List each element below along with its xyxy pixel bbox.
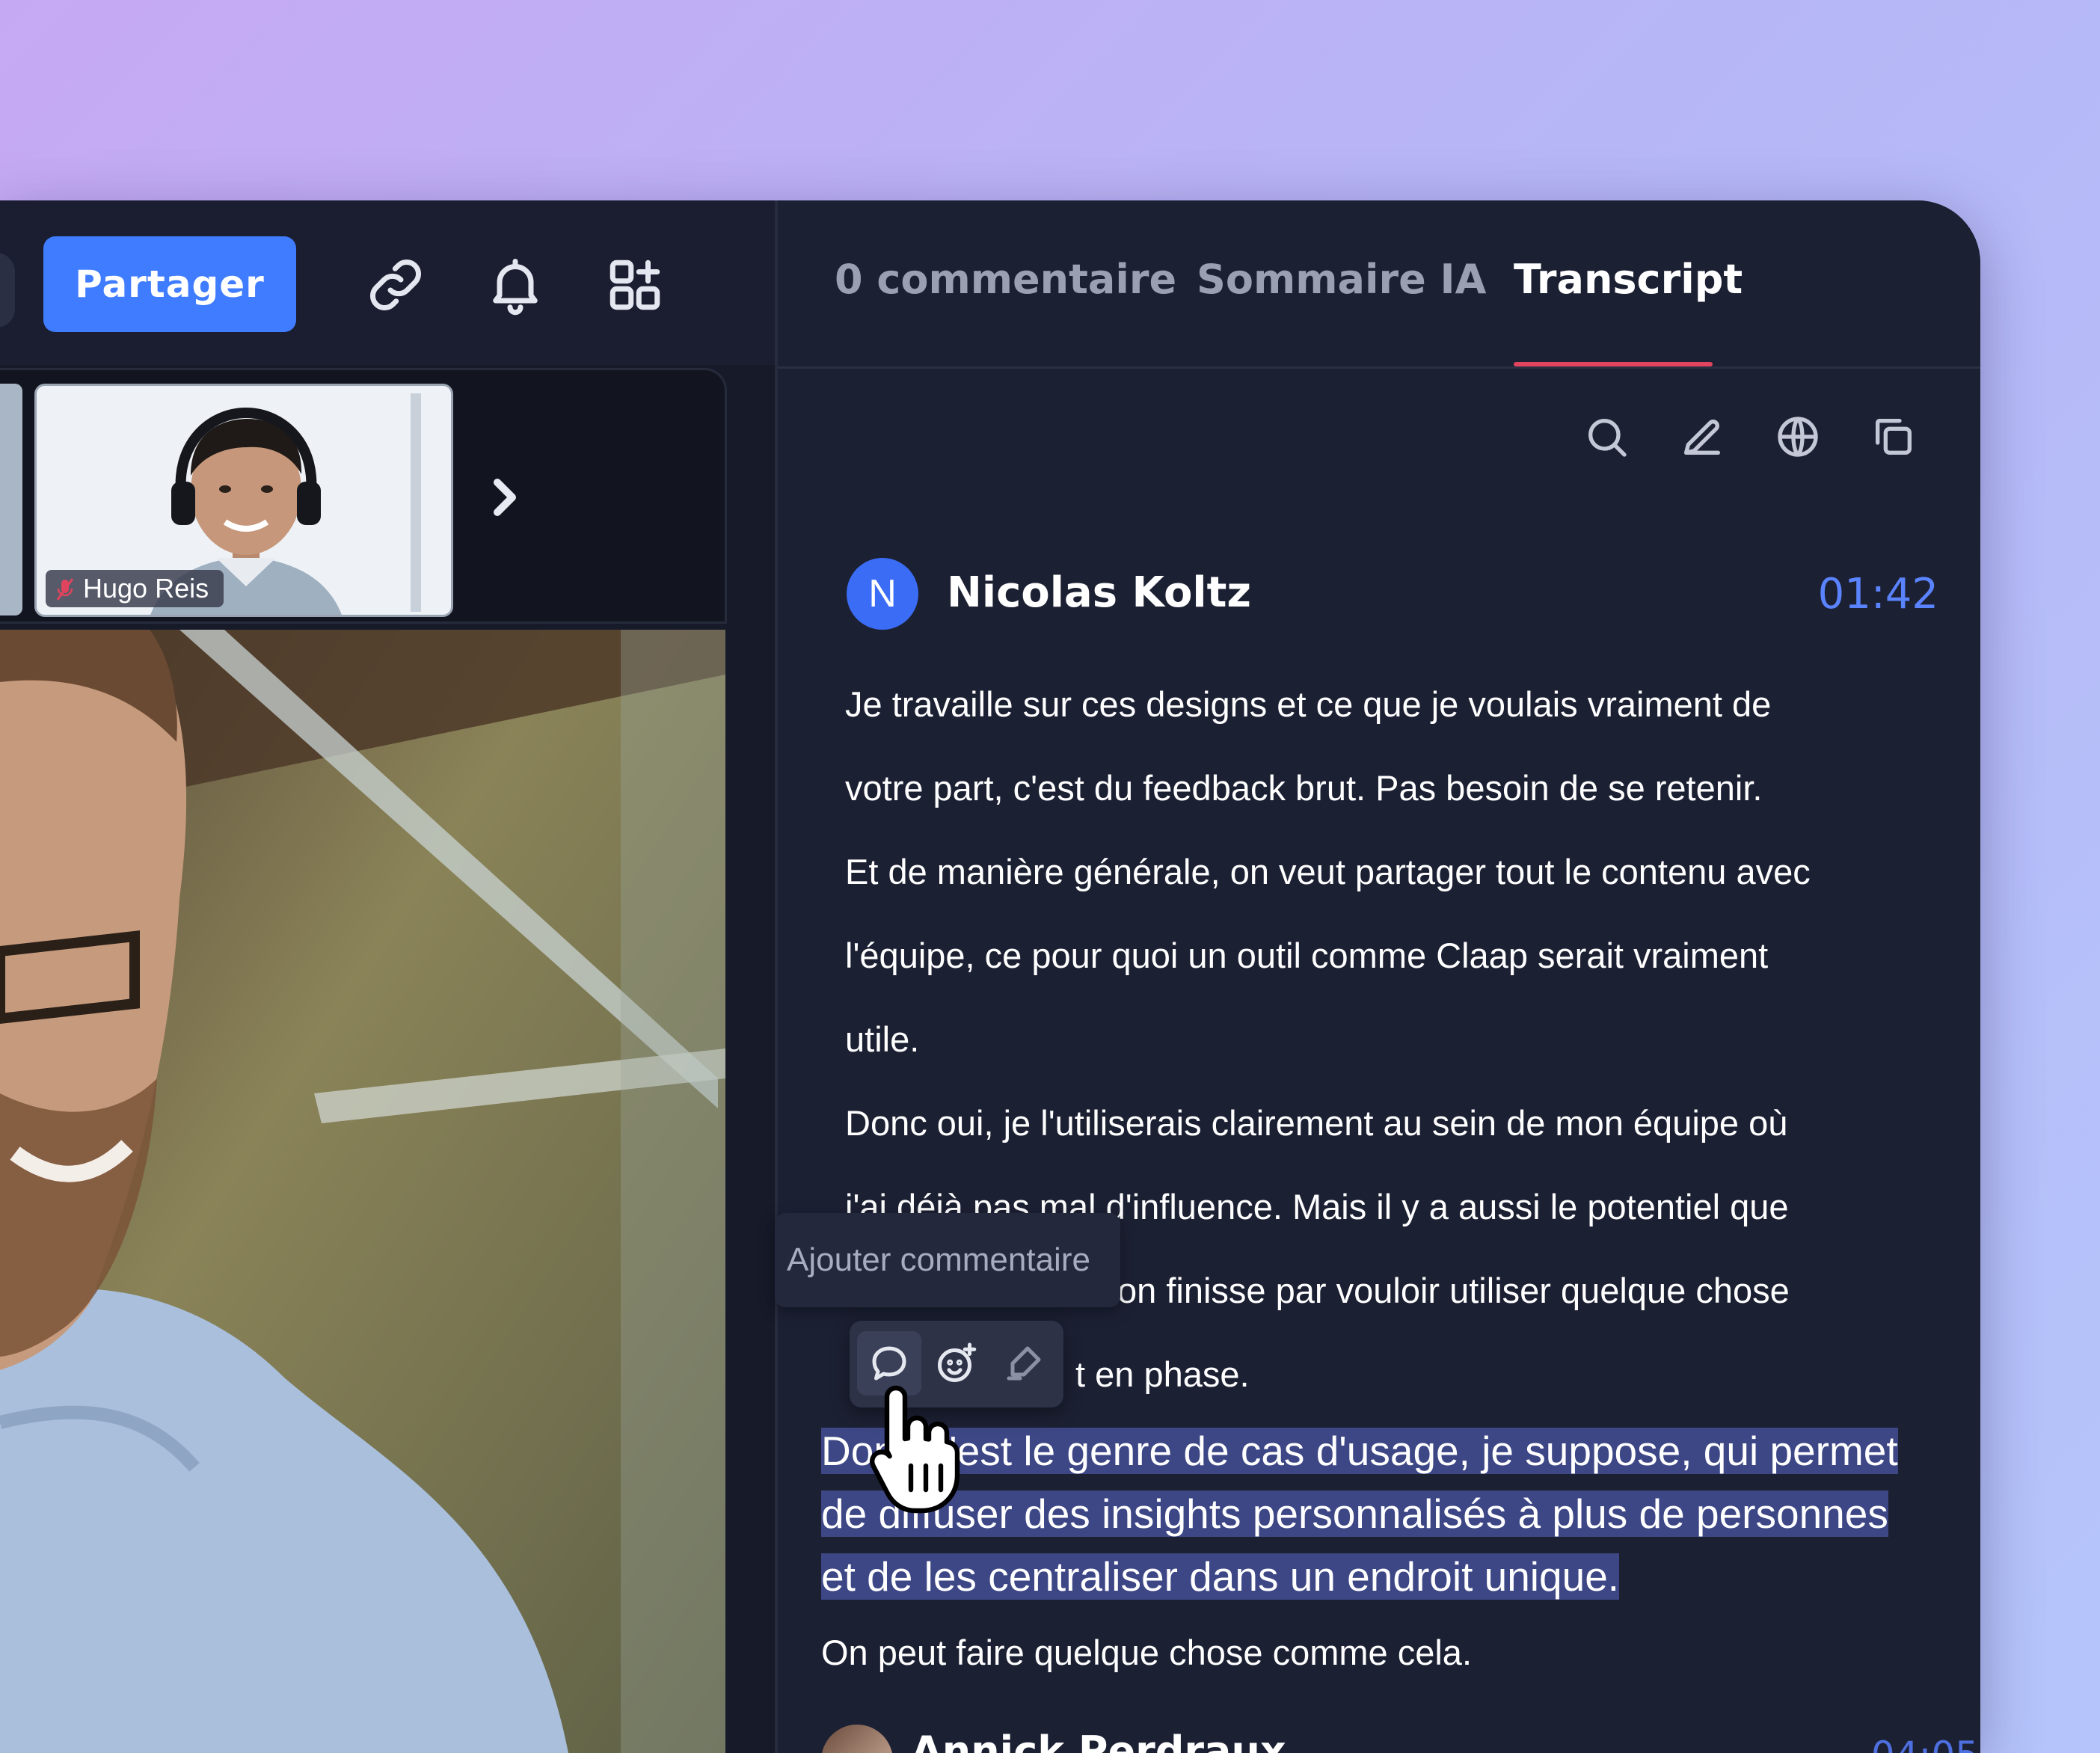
- bell-icon[interactable]: [474, 244, 556, 326]
- transcript-line: On peut faire quelque chose comme cela.: [821, 1633, 1473, 1672]
- copy-icon[interactable]: [1864, 407, 1924, 467]
- video-pane: Partager Hugo Reis: [0, 200, 775, 1753]
- main-video-feed[interactable]: [0, 630, 725, 1753]
- tab-bar: 0 commentaire Sommaire IA Transcript: [778, 200, 1980, 369]
- transcript-line: votre part, c'est du feedback brut. Pas …: [845, 768, 1763, 808]
- add-apps-icon[interactable]: [594, 244, 676, 326]
- globe-icon[interactable]: [1768, 407, 1828, 467]
- selection-highlight: de diffuser des insights personnalisés à…: [821, 1490, 1888, 1537]
- speaker-name: Annick Perdraux: [911, 1728, 1286, 1753]
- participant-label: Hugo Reis: [46, 570, 224, 607]
- speaker-name: Nicolas Koltz: [947, 568, 1251, 617]
- entry-timestamp[interactable]: 01:42: [1818, 570, 1938, 618]
- pencil-icon[interactable]: [1672, 407, 1732, 467]
- transcript-entry-header: N Nicolas Koltz 01:42: [847, 558, 1938, 633]
- highlighted-line[interactable]: de diffuser des insights personnalisés à…: [821, 1482, 1921, 1545]
- transcript-line: l'équipe, ce pour quoi un outil comme Cl…: [845, 936, 1769, 975]
- active-tab-indicator: [1514, 362, 1713, 366]
- share-button[interactable]: Partager: [43, 236, 296, 332]
- chevron-right-icon[interactable]: [479, 460, 531, 535]
- highlighted-line[interactable]: Donc c'est le genre de cas d'usage, je s…: [821, 1419, 1921, 1482]
- selection-highlight: et de les centraliser dans un endroit un…: [821, 1553, 1620, 1600]
- transcript-line: Je travaille sur ces designs et ce que j…: [845, 684, 1772, 724]
- transcript-line: utile.: [845, 1019, 920, 1059]
- hand-pointer-icon: [860, 1376, 980, 1526]
- highlighter-icon[interactable]: [992, 1331, 1056, 1396]
- top-toolbar: Partager: [0, 200, 775, 365]
- link-icon[interactable]: [354, 244, 437, 326]
- entry-timestamp[interactable]: 04:05: [1871, 1734, 1979, 1753]
- highlighted-line[interactable]: et de les centraliser dans un endroit un…: [821, 1545, 1921, 1608]
- transcript-line: Donc oui, je l'utiliserais clairement au…: [845, 1103, 1788, 1143]
- app-window: Partager Hugo Reis 0 commentaire Sommair…: [0, 200, 1980, 1753]
- next-transcript-entry-header: Annick Perdraux 04:05: [821, 1722, 1980, 1753]
- participant-thumbnail-partial[interactable]: [0, 384, 22, 615]
- avatar: N: [847, 558, 918, 630]
- transcript-line: Et de manière générale, on veut partager…: [845, 852, 1811, 891]
- participant-thumbnail[interactable]: Hugo Reis: [34, 384, 453, 617]
- participant-strip: Hugo Reis: [0, 368, 727, 624]
- participant-name: Hugo Reis: [83, 573, 209, 604]
- search-icon[interactable]: [1576, 407, 1636, 467]
- selection-highlight: Donc c'est le genre de cas d'usage, je s…: [821, 1428, 1898, 1474]
- speaker-video: [0, 630, 725, 1753]
- tab-comments[interactable]: 0 commentaire: [835, 256, 1176, 303]
- transcript-line: on finisse par vouloir utiliser quelque …: [1117, 1271, 1790, 1310]
- mic-muted-icon: [56, 577, 74, 601]
- toolbar-control-edge[interactable]: [0, 253, 15, 328]
- tab-ai-summary[interactable]: Sommaire IA: [1197, 256, 1486, 303]
- transcript-line: t en phase.: [1075, 1354, 1250, 1394]
- tab-transcript[interactable]: Transcript: [1514, 256, 1743, 303]
- add-comment-tooltip: Ajouter commentaire: [775, 1213, 1120, 1307]
- avatar: [821, 1725, 893, 1753]
